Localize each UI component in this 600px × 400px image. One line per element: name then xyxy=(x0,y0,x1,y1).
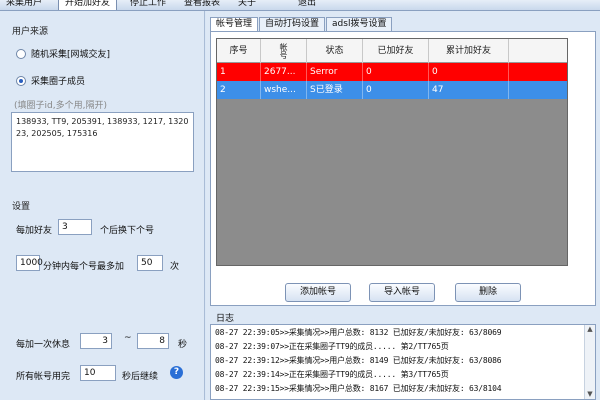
help-icon[interactable]: ? xyxy=(170,366,183,379)
cell-added: 0 xyxy=(363,63,429,81)
col-index[interactable]: 序号 xyxy=(217,39,261,63)
radio-random[interactable] xyxy=(16,48,26,59)
account-grid: 序号 帐号 状态 已加好友 累计加好友 1 2677... Serror 0 0… xyxy=(216,38,568,266)
col-status[interactable]: 状态 xyxy=(307,39,363,63)
log-line: 08-27 22:39:05>>采集情况>>用户总数: 8132 已加好友/未加… xyxy=(215,328,502,337)
delete-button[interactable]: 删除 xyxy=(455,283,521,302)
cell-status: S已登录 xyxy=(307,81,363,99)
cell-total-added: 0 xyxy=(429,63,509,81)
log-title: 日志 xyxy=(216,314,235,324)
cell-status: Serror xyxy=(307,63,363,81)
tab-auto-captcha[interactable]: 自动打码设置 xyxy=(259,17,326,31)
rest-from-input[interactable]: 3 xyxy=(80,333,112,349)
settings-title: 设置 xyxy=(12,202,31,212)
source-title: 用户来源 xyxy=(12,27,49,37)
radio-circle[interactable] xyxy=(16,75,26,86)
rest-prefix-label: 每加一次休息 xyxy=(16,340,71,350)
table-row[interactable]: 1 2677... Serror 0 0 xyxy=(217,63,567,81)
max-per-account-input[interactable]: 50 xyxy=(137,255,163,271)
log-scrollbar[interactable]: ▲ ▼ xyxy=(584,325,595,399)
rest-to-input[interactable]: 8 xyxy=(137,333,169,349)
tab-account-management[interactable]: 帐号管理 xyxy=(210,17,259,32)
minutes-suffix-label: 次 xyxy=(170,262,180,272)
minutes-input[interactable]: 1000 xyxy=(16,255,43,271)
rest-dash: ~ xyxy=(124,333,132,343)
done-suffix-label: 秒后继续 xyxy=(122,372,159,382)
menu-bar: 采集用户 开始加好友 停止工作 查看报表 关于 退出 xyxy=(0,0,600,11)
menu-view-report[interactable]: 查看报表 xyxy=(178,0,226,10)
tab-adsl-dialup[interactable]: adsl拨号设置 xyxy=(326,17,393,31)
col-account[interactable]: 帐号 xyxy=(261,39,307,63)
log-line: 08-27 22:39:15>>采集情况>>用户总数: 8167 已加好友/未加… xyxy=(215,384,502,393)
circle-id-hint: (填圈子id,多个用,隔开) xyxy=(14,101,107,111)
account-panel: 序号 帐号 状态 已加好友 累计加好友 1 2677... Serror 0 0… xyxy=(210,31,596,306)
done-prefix-label: 所有帐号用完 xyxy=(16,372,71,382)
option-random-label: 随机采集[网城交友] xyxy=(31,50,111,60)
cell-account: 2677... xyxy=(261,63,307,81)
option-circle-label: 采集圈子成员 xyxy=(31,77,86,87)
log-line: 08-27 22:39:12>>采集情况>>用户总数: 8149 已加好友/未加… xyxy=(215,356,502,365)
minutes-mid-label: 分钟内每个号最多加 xyxy=(43,262,125,272)
cell-index: 1 xyxy=(217,63,261,81)
menu-collect-users[interactable]: 采集用户 xyxy=(0,0,48,10)
tab-bar: 帐号管理 自动打码设置 adsl拨号设置 xyxy=(210,17,393,32)
log-line: 08-27 22:39:14>>正在采集圈子TT9的成员..... 第3/TT7… xyxy=(215,370,449,379)
right-panel: 帐号管理 自动打码设置 adsl拨号设置 序号 帐号 状态 已加好友 累计加好友… xyxy=(206,11,600,400)
log-line: 08-27 22:39:07>>正在采集圈子TT9的成员..... 第2/TT7… xyxy=(215,342,449,351)
cell-total-added: 47 xyxy=(429,81,509,99)
table-row[interactable]: 2 wshe... S已登录 0 47 xyxy=(217,81,567,99)
rest-suffix-label: 秒 xyxy=(178,340,188,350)
import-account-button[interactable]: 导入帐号 xyxy=(369,283,435,302)
add-count-input[interactable]: 3 xyxy=(58,219,92,235)
col-added[interactable]: 已加好友 xyxy=(363,39,429,63)
grid-header: 序号 帐号 状态 已加好友 累计加好友 xyxy=(217,39,567,63)
left-panel: 用户来源 随机采集[网城交友] 采集圈子成员 (填圈子id,多个用,隔开) 13… xyxy=(0,11,205,400)
menu-exit[interactable]: 退出 xyxy=(292,0,322,10)
menu-about[interactable]: 关于 xyxy=(232,0,262,10)
option-circle-row[interactable]: 采集圈子成员 xyxy=(16,74,85,87)
menu-stop-work[interactable]: 停止工作 xyxy=(124,0,172,10)
add-prefix-label: 每加好友 xyxy=(16,226,53,236)
circle-ids-input[interactable]: 138933, TT9, 205391, 138933, 1217, 13202… xyxy=(11,112,194,172)
done-wait-input[interactable]: 10 xyxy=(80,365,116,381)
menu-start-adding[interactable]: 开始加好友 xyxy=(58,0,118,10)
cell-added: 0 xyxy=(363,81,429,99)
cell-index: 2 xyxy=(217,81,261,99)
cell-account: wshe... xyxy=(261,81,307,99)
col-total-added[interactable]: 累计加好友 xyxy=(429,39,509,63)
add-suffix-label: 个后换下个号 xyxy=(100,226,155,236)
option-random-row[interactable]: 随机采集[网城交友] xyxy=(16,47,110,60)
log-box[interactable]: 08-27 22:39:05>>采集情况>>用户总数: 8132 已加好友/未加… xyxy=(210,324,596,400)
scroll-down-icon[interactable]: ▼ xyxy=(586,390,594,399)
scroll-up-icon[interactable]: ▲ xyxy=(586,325,594,334)
add-account-button[interactable]: 添加帐号 xyxy=(285,283,351,302)
